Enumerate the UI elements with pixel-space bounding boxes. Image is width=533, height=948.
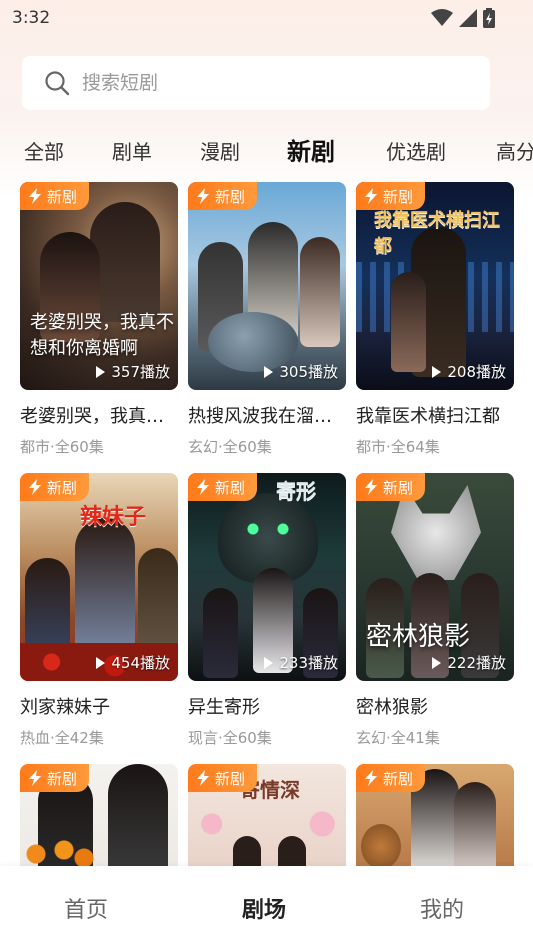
poster-title-text: 寄形 <box>276 479 316 503</box>
poster-figure <box>75 518 135 658</box>
new-drama-badge: 新剧 <box>188 473 258 501</box>
drama-title[interactable]: 异生寄形 <box>188 693 346 719</box>
badge-label: 新剧 <box>383 478 414 497</box>
lightning-icon <box>29 188 41 204</box>
drama-meta: 热血·全42集 <box>20 729 104 747</box>
drama-poster[interactable]: 密林狼影 新剧 222播放 <box>356 473 514 681</box>
play-count-text: 305播放 <box>279 363 338 381</box>
bottom-nav: 首页 剧场 我的 <box>0 866 533 948</box>
play-count-text: 454播放 <box>111 654 170 672</box>
poster-figure <box>391 272 426 372</box>
play-icon <box>96 365 106 378</box>
drama-title[interactable]: 我靠医术横扫江都 <box>356 402 514 428</box>
play-icon <box>432 656 442 669</box>
drama-meta: 玄幻·全41集 <box>356 729 440 747</box>
lightning-icon <box>197 479 209 495</box>
drama-meta: 现言·全60集 <box>188 729 272 747</box>
lightning-icon <box>29 770 41 786</box>
poster-figure <box>203 588 238 678</box>
drama-card[interactable]: 寄形 新剧 233播放 异生寄形 现言·全60集 <box>188 473 346 748</box>
new-drama-badge: 新剧 <box>20 764 90 792</box>
drama-card[interactable]: 新剧 305播放 热搜风波我在溜… 玄幻·全60集 <box>188 182 346 457</box>
drama-card[interactable]: 老婆别哭，我真不想和你离婚啊 新剧 357播放 老婆别哭，我真… 都市·全60集 <box>20 182 178 457</box>
play-count: 454播放 <box>96 652 170 673</box>
play-count: 208播放 <box>432 361 506 382</box>
new-drama-badge: 新剧 <box>356 182 426 210</box>
drama-poster[interactable]: 辣妹子 新剧 454播放 <box>20 473 178 681</box>
poster-flowers <box>188 804 346 844</box>
drama-title[interactable]: 密林狼影 <box>356 693 514 719</box>
new-drama-badge: 新剧 <box>356 473 426 501</box>
badge-label: 新剧 <box>215 478 246 497</box>
badge-label: 新剧 <box>383 187 414 206</box>
drama-grid: 老婆别哭，我真不想和你离婚啊 新剧 357播放 老婆别哭，我真… 都市·全60集… <box>0 0 533 948</box>
lightning-icon <box>365 188 377 204</box>
play-count: 305播放 <box>264 361 338 382</box>
drama-meta: 都市·全60集 <box>20 438 104 456</box>
play-count-text: 222播放 <box>447 654 506 672</box>
poster-figure <box>108 764 168 874</box>
play-count-text: 357播放 <box>111 363 170 381</box>
drama-poster[interactable]: 老婆别哭，我真不想和你离婚啊 新剧 357播放 <box>20 182 178 390</box>
drama-poster[interactable]: 我靠医术横扫江都 新剧 208播放 <box>356 182 514 390</box>
drama-meta: 都市·全64集 <box>356 438 440 456</box>
drama-card[interactable]: 我靠医术横扫江都 新剧 208播放 我靠医术横扫江都 都市·全64集 <box>356 182 514 457</box>
badge-label: 新剧 <box>215 769 246 788</box>
play-count: 222播放 <box>432 652 506 673</box>
poster-animal <box>361 824 401 869</box>
lightning-icon <box>197 188 209 204</box>
poster-title-text: 密林狼影 <box>366 622 471 652</box>
drama-poster[interactable]: 寄形 新剧 233播放 <box>188 473 346 681</box>
lightning-icon <box>365 479 377 495</box>
drama-poster[interactable]: 新剧 305播放 <box>188 182 346 390</box>
play-icon <box>264 365 274 378</box>
play-count-text: 233播放 <box>279 654 338 672</box>
play-count-text: 208播放 <box>447 363 506 381</box>
badge-label: 新剧 <box>47 478 78 497</box>
drama-title[interactable]: 热搜风波我在溜… <box>188 402 346 428</box>
drama-title[interactable]: 刘家辣妹子 <box>20 693 178 719</box>
play-icon <box>264 656 274 669</box>
drama-title[interactable]: 老婆别哭，我真… <box>20 402 178 428</box>
drama-card[interactable]: 密林狼影 新剧 222播放 密林狼影 玄幻·全41集 <box>356 473 514 748</box>
lightning-icon <box>197 770 209 786</box>
lightning-icon <box>29 479 41 495</box>
nav-theater[interactable]: 剧场 <box>242 892 286 924</box>
play-count: 233播放 <box>264 652 338 673</box>
poster-title-text: 我靠医术横扫江都 <box>374 210 500 257</box>
drama-meta: 玄幻·全60集 <box>188 438 272 456</box>
poster-title-text: 辣妹子 <box>80 504 147 530</box>
new-drama-badge: 新剧 <box>20 182 90 210</box>
play-icon <box>96 656 106 669</box>
badge-label: 新剧 <box>47 187 78 206</box>
badge-label: 新剧 <box>47 769 78 788</box>
new-drama-badge: 新剧 <box>20 473 90 501</box>
poster-figure <box>90 202 160 322</box>
play-count: 357播放 <box>96 361 170 382</box>
nav-mine[interactable]: 我的 <box>420 892 464 924</box>
lightning-icon <box>365 770 377 786</box>
new-drama-badge: 新剧 <box>356 764 426 792</box>
new-drama-badge: 新剧 <box>188 182 258 210</box>
new-drama-badge: 新剧 <box>188 764 258 792</box>
drama-card[interactable]: 辣妹子 新剧 454播放 刘家辣妹子 热血·全42集 <box>20 473 178 748</box>
play-icon <box>432 365 442 378</box>
poster-title-text: 老婆别哭，我真不想和你离婚啊 <box>30 312 174 359</box>
poster-figure <box>300 237 340 347</box>
badge-label: 新剧 <box>383 769 414 788</box>
nav-home[interactable]: 首页 <box>64 892 108 924</box>
badge-label: 新剧 <box>215 187 246 206</box>
